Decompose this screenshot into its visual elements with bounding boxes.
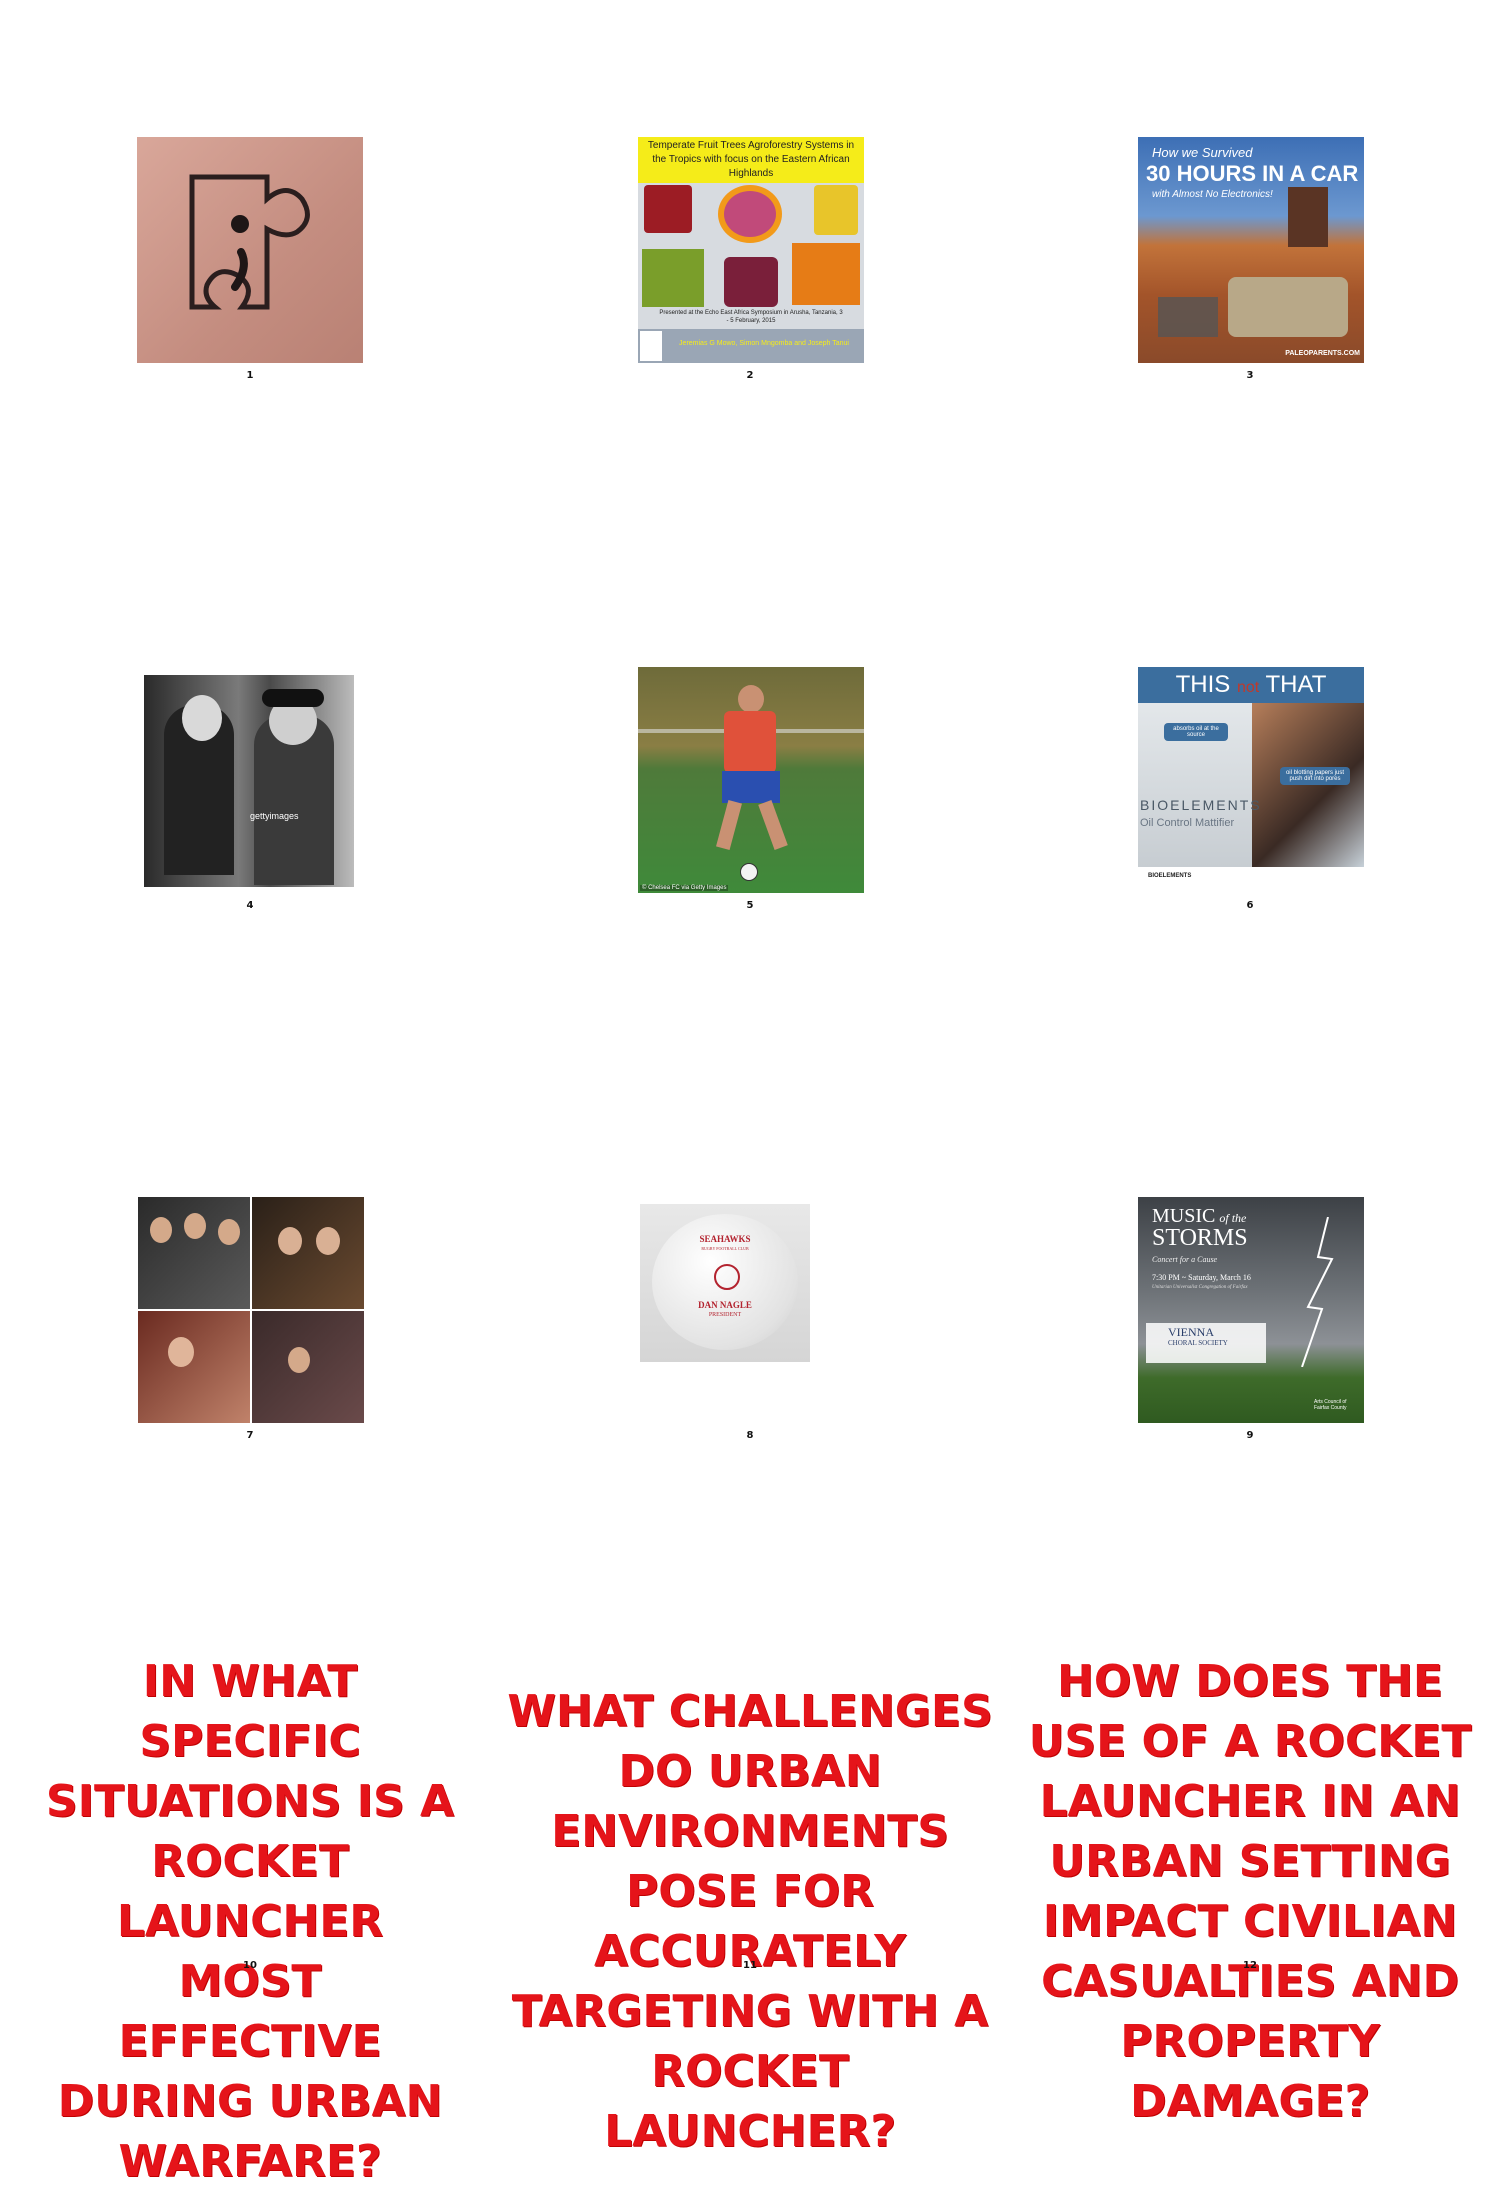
semicolon-tattoo-image[interactable]	[137, 137, 363, 363]
cell-number: 9	[1246, 1430, 1254, 1441]
ad-title-not: not	[1236, 679, 1260, 696]
grid-cell-1: 1	[0, 0, 500, 530]
question-text: HOW DOES THE USE OF A ROCKET LAUNCHER IN…	[1028, 1656, 1472, 2127]
bubble-left: absorbs oil at the source	[1164, 723, 1228, 741]
slide-authors: Jeremias G Mowo, Simon Mngomba and Josep…	[679, 340, 849, 347]
poster-title-storms: STORMS	[1152, 1225, 1248, 1251]
cell-number: 6	[1246, 900, 1254, 911]
cell-number: 2	[746, 370, 754, 381]
slide-title: Temperate Fruit Trees Agroforestry Syste…	[647, 140, 855, 179]
football-icon	[740, 863, 758, 881]
photo-credit: PALEOPARENTS.COM	[1285, 350, 1360, 357]
grid-cell-9: MUSIC of the STORMS Concert for a Cause …	[1000, 1060, 1500, 1590]
person-name: DAN NAGLE	[698, 1300, 752, 1310]
road-trip-image[interactable]: How we Survived 30 HOURS IN A CAR with A…	[1138, 137, 1364, 363]
ad-title-that: THAT	[1265, 671, 1327, 698]
cell-number: 12	[1243, 1960, 1257, 1971]
product-sublabel: Oil Control Mattifier	[1140, 817, 1235, 829]
cell-number: 3	[1246, 370, 1254, 381]
grid-cell-3: How we Survived 30 HOURS IN A CAR with A…	[1000, 0, 1500, 530]
skincare-ad-image[interactable]: THIS not THAT absorbs oil at the source …	[1138, 667, 1364, 893]
person-role: PRESIDENT	[708, 1312, 742, 1318]
cell-number: 10	[243, 1960, 257, 1971]
cell-number: 11	[743, 1960, 757, 1971]
photo-title-line-3: with Almost No Electronics!	[1152, 189, 1273, 200]
org-name: VIENNA	[1168, 1325, 1214, 1339]
cell-number: 7	[246, 1430, 254, 1441]
cell-number: 1	[246, 370, 254, 381]
grid-cell-4: gettyimages 4	[0, 530, 500, 1060]
grid-cell-11: WHAT CHALLENGES DO URBAN ENVIRONMENTS PO…	[500, 1590, 1000, 2157]
org-subtitle: CHORAL SOCIETY	[1168, 1339, 1228, 1347]
poster-title-music: MUSIC	[1152, 1205, 1216, 1227]
poster-time: 7:30 PM ~ Saturday, March 16	[1152, 1273, 1251, 1282]
grid-cell-7: 7	[0, 1060, 500, 1590]
club-name: SEAHAWKS	[699, 1234, 751, 1244]
poster-venue: Unitarian Universalist Congregation of F…	[1152, 1285, 1248, 1290]
poster-tagline: Concert for a Cause	[1152, 1255, 1218, 1264]
ad-title-this: THIS	[1175, 671, 1231, 698]
concert-poster-image[interactable]: MUSIC of the STORMS Concert for a Cause …	[1138, 1197, 1364, 1423]
slide-subtitle: Presented at the Echo East Africa Sympos…	[659, 310, 843, 324]
photo-title-line-2: 30 HOURS IN A CAR	[1146, 161, 1359, 186]
brand-footer: BIOELEMENTS	[1148, 873, 1192, 879]
grid-cell-8: SEAHAWKS RUGBY FOOTBALL CLUB DAN NAGLE P…	[500, 1060, 1000, 1590]
poster-title-of: of the	[1219, 1211, 1247, 1225]
grid-cell-5: © Chelsea FC via Getty Images 5	[500, 530, 1000, 1060]
bubble-right: oil blotting papers just push dirt into …	[1280, 767, 1350, 785]
grid-cell-10: IN WHAT SPECIFIC SITUATIONS IS A ROCKET …	[0, 1590, 500, 2187]
photo-title-line-1: How we Survived	[1152, 145, 1253, 160]
club-crest-icon	[714, 1264, 740, 1290]
photo-credit: © Chelsea FC via Getty Images	[640, 885, 729, 891]
lightning-icon	[1301, 1217, 1334, 1367]
grid-cell-12: HOW DOES THE USE OF A ROCKET LAUNCHER IN…	[1000, 1590, 1500, 2127]
logo-icon	[640, 331, 662, 361]
celebrity-collage-image[interactable]	[138, 1197, 364, 1423]
cell-number: 5	[746, 900, 754, 911]
question-text: IN WHAT SPECIFIC SITUATIONS IS A ROCKET …	[45, 1656, 455, 2187]
stress-ball-image[interactable]: SEAHAWKS RUGBY FOOTBALL CLUB DAN NAGLE P…	[640, 1204, 810, 1362]
club-subtitle: RUGBY FOOTBALL CLUB	[701, 1246, 749, 1251]
agroforestry-slide-image[interactable]: Temperate Fruit Trees Agroforestry Syste…	[638, 137, 864, 363]
vintage-film-still-image[interactable]: gettyimages	[144, 675, 354, 887]
grid-cell-2: Temperate Fruit Trees Agroforestry Syste…	[500, 0, 1000, 530]
watermark: gettyimages	[250, 811, 299, 821]
sponsor-label: Arts Council of Fairfax County	[1314, 1399, 1347, 1411]
product-label: BIOELEMENTS	[1140, 797, 1262, 813]
cell-number: 8	[746, 1430, 754, 1441]
question-text: WHAT CHALLENGES DO URBAN ENVIRONMENTS PO…	[507, 1686, 993, 2157]
grid-cell-6: THIS not THAT absorbs oil at the source …	[1000, 530, 1500, 1060]
cell-number: 4	[246, 900, 254, 911]
footballer-training-image[interactable]: © Chelsea FC via Getty Images	[638, 667, 864, 893]
